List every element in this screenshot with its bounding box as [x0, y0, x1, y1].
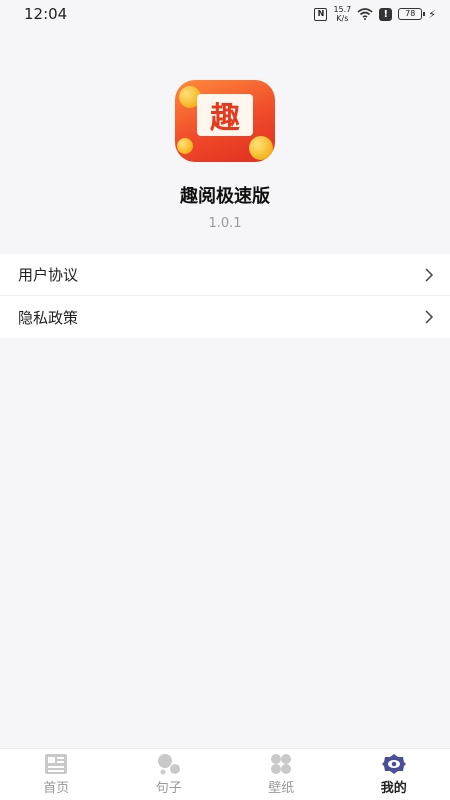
nav-home[interactable]: 首页 — [0, 749, 113, 800]
wifi-icon — [357, 8, 373, 20]
nav-wallpaper[interactable]: 壁纸 — [225, 749, 338, 800]
coin-decoration — [177, 138, 193, 154]
bottom-nav: 首页 句子 壁纸 我的 — [0, 748, 450, 800]
privacy-policy-item[interactable]: 隐私政策 — [0, 296, 450, 338]
nav-label: 我的 — [380, 781, 407, 796]
news-icon — [45, 754, 68, 774]
app-logo: 趣 — [175, 80, 275, 162]
nav-sentences[interactable]: 句子 — [113, 749, 226, 800]
charging-icon: ⚡ — [428, 7, 436, 21]
nav-label: 句子 — [155, 781, 182, 796]
flower-eye-icon — [381, 754, 406, 774]
menu-item-label: 用户协议 — [18, 266, 79, 284]
alert-icon: ! — [379, 7, 393, 21]
nav-label: 首页 — [43, 781, 70, 796]
coin-decoration — [249, 136, 273, 160]
settings-list: 用户协议 隐私政策 — [0, 254, 450, 338]
app-name: 趣阅极速版 — [180, 186, 270, 207]
status-icons: N 15.7 K/s ! 78 ⚡ — [314, 5, 436, 23]
app-version: 1.0.1 — [208, 216, 242, 231]
chevron-right-icon — [425, 310, 434, 324]
menu-item-label: 隐私政策 — [18, 308, 79, 327]
logo-book: 趣 — [197, 94, 253, 136]
speed-value: 15.7 — [333, 5, 352, 14]
nav-label: 壁纸 — [268, 781, 295, 796]
chevron-right-icon — [425, 267, 434, 282]
nav-mine[interactable]: 我的 — [338, 749, 450, 800]
speed-unit: K/s — [336, 14, 349, 23]
status-time: 12:04 — [24, 5, 68, 23]
user-agreement-item[interactable]: 用户协议 — [0, 254, 450, 296]
grid-icon — [271, 754, 292, 774]
status-bar: 12:04 N 15.7 K/s ! 78 ⚡ — [0, 0, 450, 28]
network-speed: 15.7 K/s — [333, 5, 351, 23]
nfc-icon: N — [314, 7, 328, 21]
bubbles-icon — [157, 754, 180, 775]
battery-icon: 78 — [398, 8, 426, 20]
